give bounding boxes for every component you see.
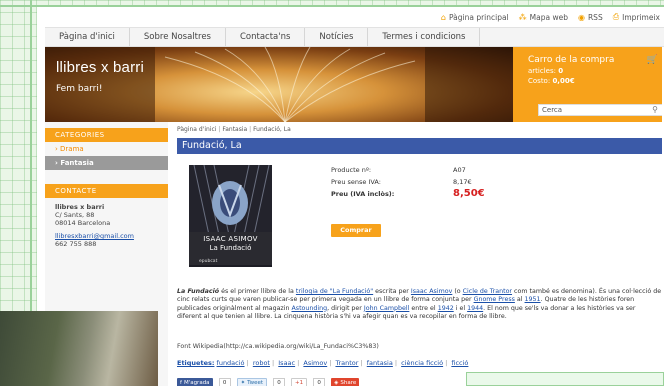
site-title[interactable]: llibres x barri bbox=[56, 59, 144, 76]
trilogy-link[interactable]: trilogia de "La Fundació" bbox=[296, 288, 373, 295]
contact-city: 08014 Barcelona bbox=[55, 219, 111, 227]
contact-email-link[interactable]: llibresxbarri@gmail.com bbox=[55, 232, 134, 240]
overlay-photo bbox=[0, 311, 158, 386]
facebook-like-button[interactable]: f M'agrada bbox=[177, 378, 213, 386]
tags-label: Etiquetes: bbox=[177, 359, 215, 367]
nav-item-terms[interactable]: Termes i condicions bbox=[368, 28, 481, 46]
gplus-button[interactable]: +1 bbox=[291, 378, 308, 386]
contact-heading: CONTACTE bbox=[45, 184, 168, 198]
cart-title: Carro de la compra bbox=[528, 55, 615, 65]
tag-link[interactable]: ficció bbox=[451, 359, 468, 367]
price-value: 8,50€ bbox=[453, 188, 485, 199]
print-icon: ⎙ bbox=[612, 12, 620, 21]
nav-item-about[interactable]: Sobre Nosaltres bbox=[130, 28, 226, 46]
campbell-link[interactable]: John Campbell bbox=[364, 305, 409, 312]
facebook-count: 0 bbox=[218, 378, 231, 386]
product-specs: Producte nº: A07 Preu sense IVA: 8,17€ P… bbox=[331, 164, 661, 200]
print-link[interactable]: ⎙ Imprimeix bbox=[613, 12, 660, 22]
contact-block: llibres x barri C/ Sants, 88 08014 Barce… bbox=[45, 198, 168, 253]
cycle-link[interactable]: Cicle de Trantor bbox=[463, 288, 512, 295]
book-cover-image[interactable]: ISAAC ASIMOV La Fundació epubcat bbox=[189, 165, 272, 267]
twitter-count: 0 bbox=[273, 378, 286, 386]
cart-total-value: 0,00€ bbox=[552, 77, 575, 85]
nav-item-news[interactable]: Notícies bbox=[305, 28, 369, 46]
utility-bar: ⌂ Pàgina principal ⁂ Mapa web ◉ RSS ⎙ Imprim… bbox=[37, 7, 664, 27]
contact-name: llibres x barri bbox=[55, 203, 105, 211]
source-note: Font Wikipedia(http://ca.wikipedia.org/w… bbox=[177, 343, 379, 350]
contact-street: C/ Sants, 88 bbox=[55, 211, 95, 219]
twitter-icon: ✦ bbox=[240, 380, 246, 386]
home-icon: ⌂ bbox=[440, 12, 446, 22]
breadcrumb-home[interactable]: Pàgina d'inici bbox=[177, 126, 216, 133]
tags-line: Etiquetes: fundació | robot | Isaac | Asimo… bbox=[177, 359, 469, 367]
nav-item-contact[interactable]: Contacta'ns bbox=[226, 28, 306, 46]
tag-link[interactable]: fundació bbox=[217, 359, 245, 367]
main-content: Pàgina d'inici | Fantasia | Fundació, La… bbox=[177, 122, 662, 386]
cover-author: ISAAC ASIMOV bbox=[203, 235, 258, 243]
tag-link[interactable]: Asimov bbox=[303, 359, 327, 367]
sidebar-item-drama[interactable]: › Drama bbox=[45, 142, 168, 156]
author-link[interactable]: Isaac Asimov bbox=[411, 288, 452, 295]
tag-link[interactable]: robot bbox=[253, 359, 270, 367]
share-bar: f M'agrada 0 ✦ Tweet 0 +1 0 ◈ Share bbox=[177, 378, 360, 386]
shopping-cart[interactable]: Carro de la compra 🛒 articles: 0 Costo: 0… bbox=[528, 55, 658, 85]
contact-phone: 662 755 888 bbox=[55, 240, 97, 248]
cart-icon: 🛒 bbox=[646, 55, 658, 65]
tweet-button[interactable]: ✦ Tweet bbox=[236, 378, 268, 386]
categories-heading: CATEGORIES bbox=[45, 128, 168, 142]
cart-total-label: Costo: bbox=[528, 77, 551, 85]
year-1951-link[interactable]: 1951 bbox=[525, 296, 541, 303]
rss-link[interactable]: ◉ RSS bbox=[578, 12, 603, 22]
breadcrumb: Pàgina d'inici | Fantasia | Fundació, La bbox=[177, 126, 291, 133]
sitemap-link[interactable]: ⁂ Mapa web bbox=[519, 12, 568, 22]
header-banner: llibres x barri Fem barri! Carro de la c… bbox=[45, 47, 662, 122]
year-1944-link[interactable]: 1944 bbox=[467, 305, 483, 312]
cart-items-count: 0 bbox=[558, 67, 564, 75]
home-link[interactable]: ⌂ Pàgina principal bbox=[441, 12, 509, 22]
search-input[interactable]: Cerca ⚲ bbox=[538, 104, 662, 116]
press-link[interactable]: Gnome Press bbox=[474, 296, 515, 303]
breadcrumb-category[interactable]: Fantasia bbox=[222, 126, 247, 133]
product-title: Fundació, La bbox=[177, 138, 662, 154]
price-row: Preu (IVA inclòs): 8,50€ bbox=[331, 188, 485, 199]
tag-link[interactable]: fantasia bbox=[367, 359, 393, 367]
site-tagline: Fem barri! bbox=[56, 84, 103, 94]
cover-title: La Fundació bbox=[209, 244, 252, 252]
search-icon[interactable]: ⚲ bbox=[652, 105, 658, 115]
facebook-icon: f bbox=[180, 380, 182, 386]
sidebar-item-fantasia[interactable]: › Fantasia bbox=[45, 156, 168, 170]
product-description: La Fundació és el primer llibre de la tr… bbox=[177, 288, 662, 320]
astounding-link[interactable]: Astounding bbox=[291, 305, 327, 312]
tag-link[interactable]: Isaac bbox=[278, 359, 295, 367]
cart-items-label: articles: bbox=[528, 67, 556, 75]
tag-link[interactable]: Trantor bbox=[335, 359, 358, 367]
share-button[interactable]: ◈ Share bbox=[331, 378, 360, 386]
nav-item-home[interactable]: Pàgina d'inici bbox=[45, 28, 130, 46]
sitemap-icon: ⁂ bbox=[518, 12, 527, 22]
background-guide-box bbox=[466, 372, 664, 386]
share-icon: ◈ bbox=[334, 380, 339, 386]
tag-link[interactable]: ciència ficció bbox=[401, 359, 443, 367]
spec-row: Preu sense IVA: 8,17€ bbox=[331, 178, 472, 186]
rss-icon: ◉ bbox=[577, 12, 585, 22]
gplus-count: 0 bbox=[313, 378, 326, 386]
year-1942-link[interactable]: 1942 bbox=[438, 305, 454, 312]
main-nav: Pàgina d'inici Sobre Nosaltres Contacta'… bbox=[45, 27, 664, 47]
spec-row: Producte nº: A07 bbox=[331, 166, 466, 174]
publisher-logo: epubcat bbox=[199, 259, 218, 264]
breadcrumb-current: Fundació, La bbox=[253, 126, 291, 133]
buy-button[interactable]: Comprar bbox=[331, 224, 381, 237]
